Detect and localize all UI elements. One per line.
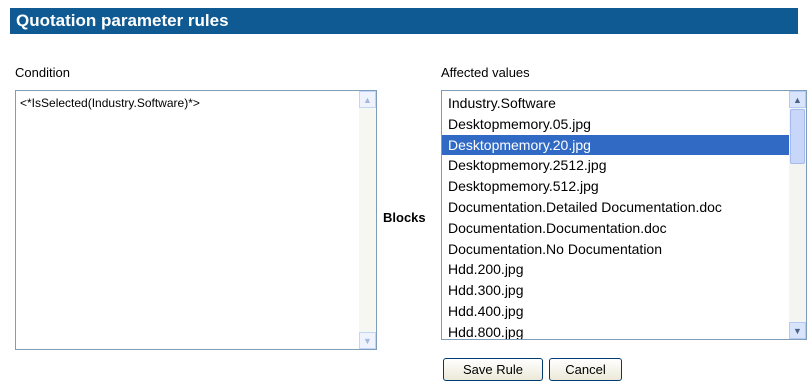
list-item[interactable]: Documentation.No Documentation	[442, 239, 789, 260]
list-item[interactable]: Hdd.800.jpg	[442, 322, 789, 339]
condition-scrollbar[interactable]: ▲ ▼	[359, 91, 376, 349]
scroll-thumb[interactable]	[790, 109, 805, 164]
values-scrollbar[interactable]: ▲ ▼	[789, 91, 806, 339]
affected-values-listbox[interactable]: Industry.Software Desktopmemory.05.jpg Des…	[441, 90, 807, 340]
list-item[interactable]: Documentation.Detailed Documentation.doc	[442, 197, 789, 218]
scroll-down-icon[interactable]: ▼	[359, 332, 376, 349]
cancel-button[interactable]: Cancel	[549, 358, 622, 381]
affected-values-label: Affected values	[441, 65, 530, 80]
list-item[interactable]: Hdd.400.jpg	[442, 301, 789, 322]
condition-text: <*IsSelected(Industry.Software)*>	[20, 96, 200, 110]
affected-values-list: Industry.Software Desktopmemory.05.jpg Des…	[442, 93, 789, 339]
list-item[interactable]: Desktopmemory.20.jpg	[442, 134, 789, 156]
list-item[interactable]: Hdd.200.jpg	[442, 259, 789, 280]
list-item[interactable]: Desktopmemory.512.jpg	[442, 176, 789, 197]
condition-label: Condition	[15, 65, 70, 80]
blocks-label: Blocks	[383, 210, 426, 225]
list-item[interactable]: Desktopmemory.2512.jpg	[442, 155, 789, 176]
page-title: Quotation parameter rules	[10, 8, 798, 34]
scroll-up-icon[interactable]: ▲	[359, 91, 376, 108]
scroll-up-icon[interactable]: ▲	[789, 91, 806, 108]
list-item[interactable]: Documentation.Documentation.doc	[442, 218, 789, 239]
condition-textarea[interactable]: <*IsSelected(Industry.Software)*> ▲ ▼	[15, 90, 377, 350]
scroll-down-icon[interactable]: ▼	[789, 322, 806, 339]
save-rule-button[interactable]: Save Rule	[443, 358, 543, 381]
list-item[interactable]: Desktopmemory.05.jpg	[442, 114, 789, 135]
list-item[interactable]: Industry.Software	[442, 93, 789, 114]
list-item[interactable]: Hdd.300.jpg	[442, 280, 789, 301]
